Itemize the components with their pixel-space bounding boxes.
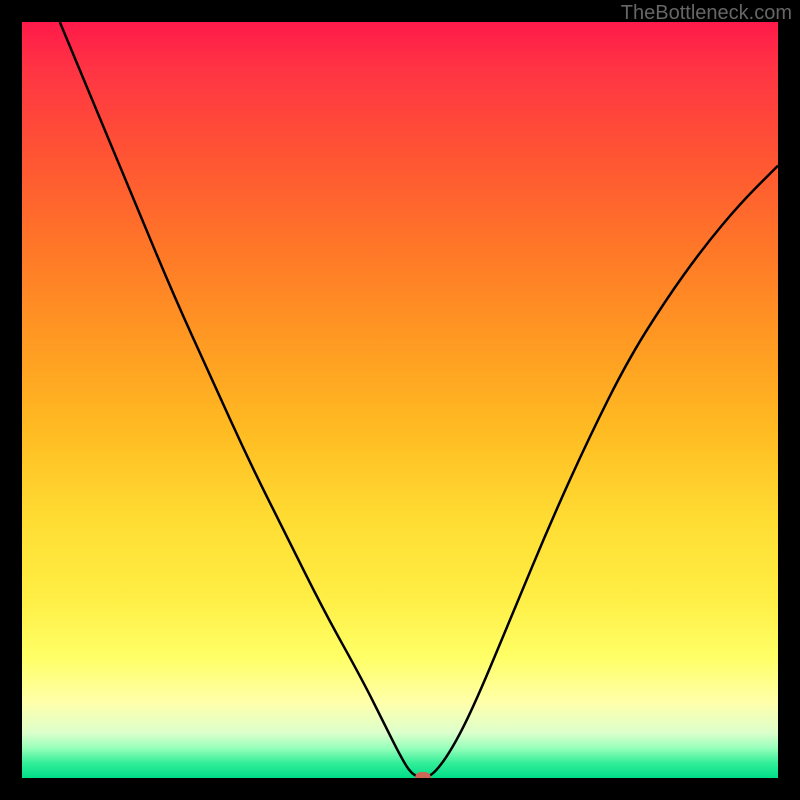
optimal-marker-icon <box>415 772 431 778</box>
watermark-text: TheBottleneck.com <box>621 2 792 25</box>
chart-container: TheBottleneck.com <box>0 0 800 800</box>
plot-area <box>22 22 778 778</box>
bottleneck-curve <box>60 22 778 777</box>
curve-svg <box>22 22 778 778</box>
